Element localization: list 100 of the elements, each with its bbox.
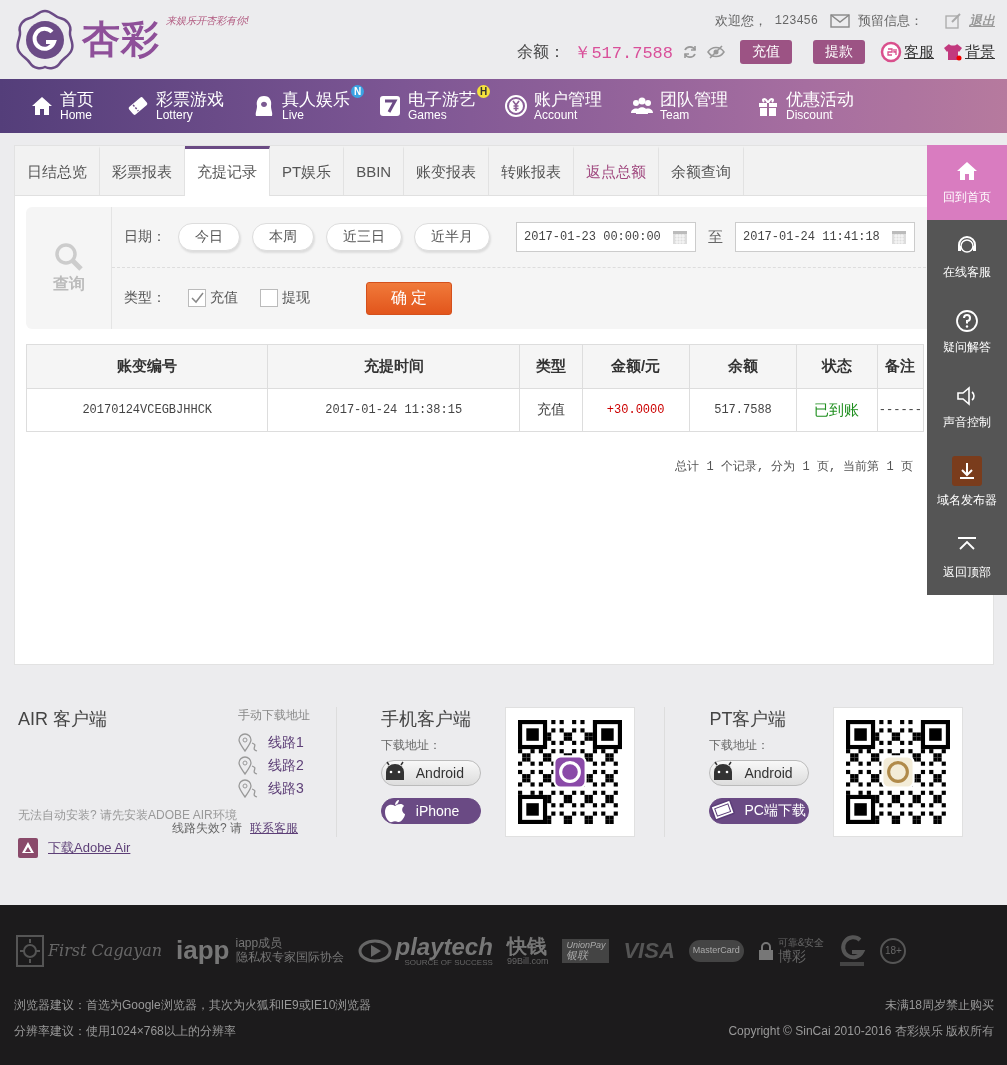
calendar-icon xyxy=(672,229,688,245)
table-cell: 517.7588 xyxy=(689,388,797,432)
route-link[interactable]: 线路1 xyxy=(238,732,310,755)
column-header: 余额 xyxy=(689,344,797,389)
sidebar-item[interactable]: 返回顶部 xyxy=(927,520,1007,595)
nav-item[interactable]: 真人娱乐 Live N xyxy=(252,79,364,133)
deposit-button[interactable]: 充值 xyxy=(740,40,792,64)
partner-logo-text: 隐私权专家国际协会 xyxy=(235,951,344,965)
tab[interactable]: 返点总额 xyxy=(574,146,660,195)
location-pin-icon xyxy=(238,733,260,754)
download-address-label: 下载地址： xyxy=(380,737,442,754)
tab[interactable]: 充提记录 xyxy=(185,146,270,196)
download-icon xyxy=(952,456,982,486)
query-label: 查询 xyxy=(52,273,85,294)
section-title: AIR 客户端 xyxy=(18,708,108,731)
partner-logo-text: 银联 xyxy=(566,949,589,962)
username: 123456 xyxy=(774,14,818,28)
tab[interactable]: BBIN xyxy=(344,146,405,195)
table-cell: ------ xyxy=(877,388,924,432)
partner-logo-text: 快钱 xyxy=(506,935,547,957)
date-label: 日期： xyxy=(124,228,166,246)
sidebar-item[interactable]: 疑问解答 xyxy=(927,295,1007,370)
partner-logo-text: playtech xyxy=(395,934,493,960)
table-cell: +30.0000 xyxy=(582,388,690,432)
nav-item[interactable]: 优惠活动 Discount xyxy=(756,79,854,133)
install-note: 无法自动安装? 请先安装ADOBE AIR环境 xyxy=(18,807,238,822)
nav-item[interactable]: 电子游艺 Games H xyxy=(378,79,490,133)
date-range-button[interactable]: 近半月 xyxy=(414,223,490,251)
partner-logo-text: UnionPay xyxy=(566,940,606,950)
footer-note: 未满18周岁禁止购买 xyxy=(884,997,994,1014)
balance-amount: ￥517.7588 xyxy=(574,42,673,64)
date-field[interactable]: 2017-01-23 00:00:00 xyxy=(516,222,696,252)
customer-service-link[interactable]: 客服 xyxy=(880,41,934,63)
partner-logo-text: 博彩 xyxy=(777,948,806,964)
partner-logo-text: VISA xyxy=(623,939,675,963)
partner-logo-text: iapp成员 xyxy=(235,937,284,951)
refresh-icon[interactable] xyxy=(682,44,698,60)
download-button[interactable]: iPhone xyxy=(380,798,481,824)
column-header: 充提时间 xyxy=(268,344,520,389)
home-icon xyxy=(30,94,54,118)
download-button[interactable]: Android xyxy=(709,760,810,786)
tab[interactable]: 日结总览 xyxy=(15,146,100,195)
home-icon xyxy=(955,159,979,183)
partner-logo-text: 99Bill.com xyxy=(506,956,549,967)
route-link[interactable]: 线路2 xyxy=(238,754,310,778)
route-failure-text: 线路失效? 请 xyxy=(172,821,242,837)
section-title: 手机客户端 xyxy=(380,708,472,731)
shirt-icon xyxy=(943,43,963,61)
adobe-air-link[interactable]: 下载Adobe Air xyxy=(18,838,238,858)
pagination-summary: 总计 1 个记录, 分为 1 页, 当前第 1 页 xyxy=(675,460,913,474)
edit-icon[interactable] xyxy=(945,13,961,29)
mail-icon[interactable] xyxy=(830,14,850,28)
lock-icon xyxy=(757,942,774,960)
date-range-button[interactable]: 本周 xyxy=(252,223,314,251)
download-button[interactable]: Android xyxy=(380,760,481,786)
location-pin-icon xyxy=(238,756,260,776)
type-checkbox[interactable]: 充值 xyxy=(188,289,238,307)
headset-icon xyxy=(880,41,902,63)
tab[interactable]: PT娱乐 xyxy=(270,146,345,195)
play-swirl-icon xyxy=(357,938,392,964)
column-header: 金额/元 xyxy=(582,344,690,389)
contact-service-link[interactable]: 联系客服 xyxy=(250,820,298,837)
slogan: 来娱乐开杏彩有你! xyxy=(166,14,249,28)
sidebar-item[interactable]: 域名发布器 xyxy=(927,445,1007,520)
column-header: 备注 xyxy=(877,344,924,389)
partner-logo-text: iapp xyxy=(176,937,230,965)
section-title: PT客户端 xyxy=(709,708,788,731)
nav-item[interactable]: 彩票游戏 Lottery xyxy=(126,79,224,133)
route-link[interactable]: 线路3 xyxy=(238,777,310,800)
rosette-logo-icon xyxy=(14,8,76,71)
nav-item[interactable]: 首页 Home xyxy=(30,79,94,133)
partner-logo-text: First Cagayan xyxy=(48,942,163,960)
partner-logo-text: MasterCard xyxy=(692,946,740,956)
table-cell: 20170124VCEGBJHHCK xyxy=(26,388,268,432)
tab[interactable]: 转账报表 xyxy=(489,146,575,195)
partner-logo-text: 可靠&安全 xyxy=(777,938,825,949)
type-label: 类型： xyxy=(124,289,166,307)
footer-note: 浏览器建议：首选为Google浏览器，其次为火狐和IE9或IE10浏览器 xyxy=(14,997,372,1014)
date-range-button[interactable]: 近三日 xyxy=(326,223,402,251)
sidebar-item[interactable]: 声音控制 xyxy=(927,370,1007,445)
date-range-button[interactable]: 今日 xyxy=(178,223,240,251)
table-cell: 已到账 xyxy=(796,388,878,432)
nav-item[interactable]: 账户管理 Account xyxy=(504,79,602,133)
tab[interactable]: 账变报表 xyxy=(404,146,490,195)
hide-eye-icon[interactable] xyxy=(707,44,725,60)
column-header: 状态 xyxy=(796,344,878,389)
download-address-label: 下载地址： xyxy=(709,737,771,754)
download-button[interactable]: PC端下载 xyxy=(709,798,810,824)
footer-note: Copyright © SinCai 2010-2016 杏彩娱乐 版权所有 xyxy=(728,1023,994,1040)
date-field[interactable]: 2017-01-24 11:41:18 xyxy=(735,222,915,252)
slot-icon xyxy=(378,94,402,118)
sidebar-item[interactable]: 在线客服 xyxy=(927,220,1007,295)
type-checkbox[interactable]: 提现 xyxy=(260,289,310,307)
table-cell: 充值 xyxy=(519,388,582,432)
question-icon xyxy=(955,309,979,333)
withdraw-button[interactable]: 提款 xyxy=(813,40,865,64)
nav-item[interactable]: 团队管理 Team xyxy=(630,79,728,133)
certificate-emblem-icon xyxy=(838,934,867,968)
tab[interactable]: 余额查询 xyxy=(659,146,745,195)
badge: H xyxy=(477,85,490,98)
